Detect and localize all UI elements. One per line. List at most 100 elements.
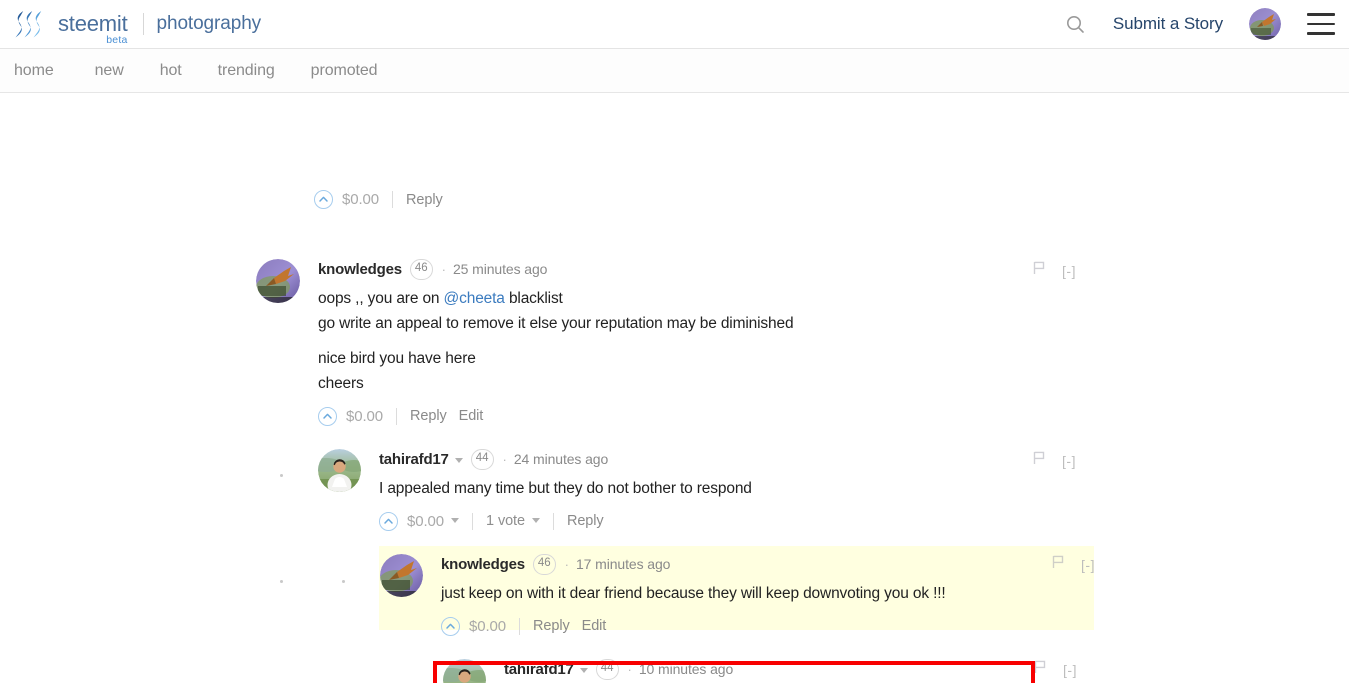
comment-footer-partial: $0.00 Reply	[314, 190, 443, 209]
comment-line: oops ,, you are on @cheeta blacklist	[318, 290, 563, 307]
collapse-toggle[interactable]: [-]	[1063, 662, 1077, 678]
indent-marker	[342, 580, 345, 583]
avatar[interactable]	[256, 259, 300, 303]
hamburger-menu-icon[interactable]	[1307, 13, 1335, 35]
chevron-down-icon[interactable]	[579, 667, 588, 673]
comment-footer: $0.00 1 vote Reply	[379, 510, 1076, 532]
vote-count[interactable]: 1 vote	[486, 513, 525, 529]
chevron-down-icon[interactable]	[454, 457, 463, 463]
indent-marker	[280, 580, 283, 583]
avatar[interactable]	[380, 554, 423, 597]
payout-value[interactable]: $0.00	[469, 618, 506, 635]
comment-timestamp[interactable]: 17 minutes ago	[576, 557, 670, 571]
comment-body: tahirafd17 44 · 10 minutes ago I am afra…	[504, 658, 1076, 683]
divider	[552, 512, 554, 530]
indent-marker	[280, 474, 283, 477]
comment-text: oops ,, you are on @cheeta blacklist go …	[318, 286, 1076, 396]
reply-button[interactable]: Reply	[533, 618, 570, 634]
steemit-logo-icon[interactable]	[14, 9, 48, 39]
comment-body: tahirafd17 44 · 24 minutes ago I appeale…	[379, 448, 1076, 532]
flag-icon[interactable]	[1034, 660, 1047, 679]
flag-icon[interactable]	[1052, 555, 1065, 574]
comment-author[interactable]: knowledges	[441, 557, 525, 572]
comment-body: knowledges 46 · 25 minutes ago oops ,, y…	[318, 258, 1076, 427]
comment-tools: [-]	[1034, 660, 1077, 679]
collapse-toggle[interactable]: [-]	[1081, 557, 1095, 573]
comment-author[interactable]: tahirafd17	[379, 452, 449, 467]
divider	[396, 407, 398, 425]
subnav-item-new[interactable]: new	[95, 62, 124, 80]
upvote-icon[interactable]	[379, 511, 398, 531]
search-icon[interactable]	[1061, 9, 1091, 39]
payout-value[interactable]: $0.00	[346, 408, 383, 425]
subnav-item-promoted[interactable]: promoted	[311, 62, 378, 80]
comment-timestamp[interactable]: 24 minutes ago	[514, 452, 608, 466]
comment-knowledges-25m: knowledges 46 · 25 minutes ago oops ,, y…	[256, 258, 1076, 427]
divider	[519, 617, 521, 635]
collapse-toggle[interactable]: [-]	[1062, 453, 1076, 469]
divider	[392, 191, 394, 208]
mention-link-cheeta[interactable]: @cheeta	[444, 290, 505, 307]
separator-dot: ·	[564, 556, 569, 572]
brand[interactable]: steemit beta	[58, 13, 128, 47]
submit-story-button[interactable]: Submit a Story	[1113, 14, 1223, 34]
comment-body: knowledges 46 · 17 minutes ago just keep…	[441, 553, 1094, 637]
brand-name[interactable]: steemit	[58, 13, 128, 35]
comment-text: I appealed many time but they do not bot…	[379, 480, 752, 497]
comment-tahirafd17-24m: tahirafd17 44 · 24 minutes ago I appeale…	[318, 448, 1076, 532]
comment-footer: $0.00 Reply Edit	[318, 405, 1076, 427]
comment-header: tahirafd17 44 · 24 minutes ago	[379, 448, 1076, 470]
comment-tools: [-]	[1052, 555, 1095, 574]
subnav-item-home[interactable]: home	[14, 62, 54, 80]
comment-header: tahirafd17 44 · 10 minutes ago	[504, 658, 1076, 680]
comment-line: cheers	[318, 375, 364, 392]
subnav-item-hot[interactable]: hot	[160, 62, 182, 80]
votes-chevron-down-icon[interactable]	[531, 517, 540, 523]
payout-value[interactable]: $0.00	[342, 191, 379, 208]
edit-button[interactable]: Edit	[582, 618, 607, 634]
upvote-icon[interactable]	[318, 406, 337, 426]
reply-button[interactable]: Reply	[406, 192, 443, 208]
payout-chevron-down-icon[interactable]	[451, 517, 460, 523]
category-subnav: home new hot trending promoted	[0, 49, 1349, 93]
comment-line: go write an appeal to remove it else you…	[318, 315, 794, 332]
edit-button[interactable]: Edit	[459, 408, 484, 424]
avatar[interactable]	[318, 449, 361, 492]
brand-beta-label: beta	[106, 34, 128, 46]
flag-icon[interactable]	[1033, 451, 1046, 470]
reputation-badge: 44	[470, 448, 494, 470]
reply-button[interactable]: Reply	[567, 513, 604, 529]
flag-icon[interactable]	[1033, 261, 1046, 280]
reputation-badge: 46	[532, 553, 556, 575]
comment-tools: [-]	[1033, 451, 1076, 470]
avatar[interactable]	[443, 659, 486, 683]
avatar[interactable]	[1249, 8, 1281, 40]
comment-author[interactable]: knowledges	[318, 262, 402, 277]
separator-dot: ·	[441, 261, 446, 277]
comment-knowledges-17m: knowledges 46 · 17 minutes ago just keep…	[380, 553, 1095, 637]
comment-header: knowledges 46 · 17 minutes ago	[441, 553, 1094, 575]
category-tag-photography[interactable]: photography	[157, 13, 262, 35]
upvote-icon[interactable]	[314, 190, 333, 209]
comment-timestamp[interactable]: 10 minutes ago	[639, 662, 733, 676]
comment-author[interactable]: tahirafd17	[504, 662, 574, 677]
comment-tahirafd17-10m: tahirafd17 44 · 10 minutes ago I am afra…	[443, 658, 1077, 683]
top-header: steemit beta photography Submit a Story	[0, 0, 1349, 49]
reply-button[interactable]: Reply	[410, 408, 447, 424]
separator-dot: ·	[502, 451, 507, 467]
divider	[472, 512, 474, 530]
reputation-badge: 44	[595, 658, 619, 680]
comment-timestamp[interactable]: 25 minutes ago	[453, 262, 547, 276]
subnav-item-trending[interactable]: trending	[218, 62, 275, 80]
comment-tools: [-]	[1033, 261, 1076, 280]
comment-line: nice bird you have here	[318, 350, 476, 367]
reputation-badge: 46	[409, 258, 433, 280]
collapse-toggle[interactable]: [-]	[1062, 263, 1076, 279]
comment-header: knowledges 46 · 25 minutes ago	[318, 258, 1076, 280]
payout-value[interactable]: $0.00	[407, 513, 444, 530]
comment-footer: $0.00 Reply Edit	[441, 615, 1094, 637]
upvote-icon[interactable]	[441, 616, 460, 636]
separator-dot: ·	[627, 661, 632, 677]
comment-text: just keep on with it dear friend because…	[441, 585, 946, 602]
